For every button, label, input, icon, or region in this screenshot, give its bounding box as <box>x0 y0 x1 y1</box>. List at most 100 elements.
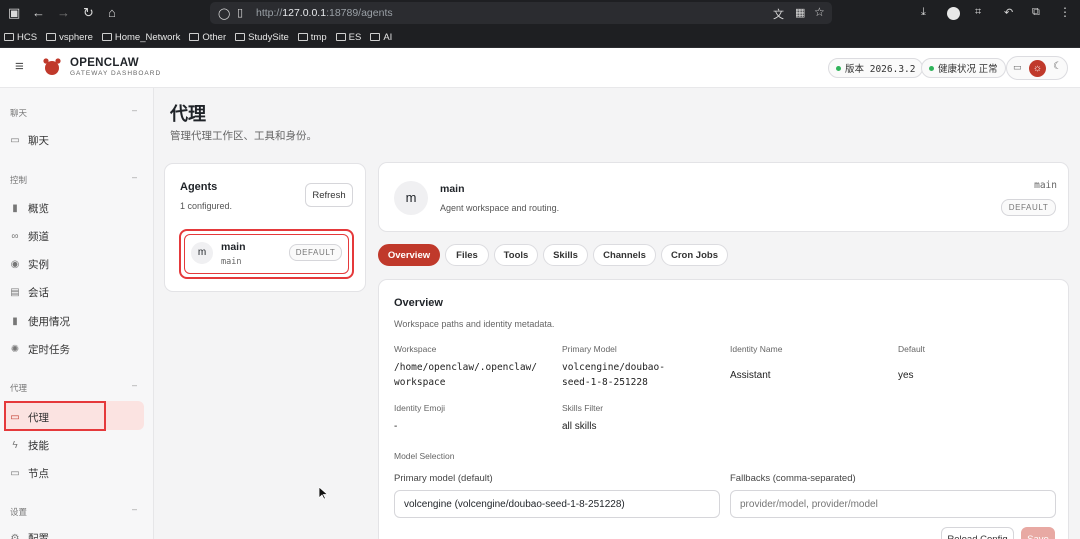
sidebar-item-agents[interactable]: ▭ 代理 <box>10 410 49 425</box>
agent-header-default-badge: DEFAULT <box>1001 199 1056 216</box>
sidebar-section-control: 控制 <box>10 175 28 185</box>
bar-chart-icon: ▮ <box>12 203 18 214</box>
folder-icon <box>101 33 112 41</box>
primary-model-value-line2: seed-1-8-251228 <box>562 377 648 388</box>
bookmark-ai[interactable]: AI <box>370 32 392 43</box>
extension-b-icon[interactable] <box>947 7 960 20</box>
qr-code-icon[interactable]: ▦ <box>795 6 805 19</box>
sidebar-item-config[interactable]: ⚙ 配置 <box>10 531 49 539</box>
home-icon[interactable]: ⌂ <box>108 5 116 20</box>
bookmark-home-network[interactable]: Home_Network <box>101 32 180 43</box>
agent-avatar: m <box>191 242 213 264</box>
sun-icon[interactable]: ☼ <box>1029 60 1046 77</box>
bookmark-star-icon[interactable]: ☆ <box>814 5 825 19</box>
skills-filter-label: Skills Filter <box>562 403 604 413</box>
reload-icon[interactable]: ↻ <box>83 5 94 21</box>
sidebar-item-usage[interactable]: ▮ 使用情况 <box>10 314 70 329</box>
collapse-icon[interactable]: – <box>132 380 137 390</box>
moon-icon[interactable]: ☾ <box>1053 61 1062 72</box>
sidebar-item-instances[interactable]: ◉ 实例 <box>10 257 49 272</box>
mouse-cursor-icon <box>319 487 328 500</box>
url-host: 127.0.0.1 <box>282 7 327 19</box>
primary-model-select[interactable]: volcengine (volcengine/doubao-seed-1-8-2… <box>394 490 720 518</box>
translate-icon[interactable]: 文 <box>773 6 784 22</box>
identity-name-value: Assistant <box>730 370 771 381</box>
bookmark-vsphere[interactable]: vsphere <box>46 32 93 43</box>
bookmark-es[interactable]: ES <box>335 32 361 43</box>
folder-icon <box>189 33 200 41</box>
forward-icon[interactable]: → <box>57 5 70 20</box>
reload-config-button[interactable]: Reload Config <box>941 527 1014 539</box>
sidebar-item-overview[interactable]: ▮ 概览 <box>10 201 49 216</box>
sidebar-item-channels[interactable]: ∞ 频道 <box>10 229 49 244</box>
page-title: 代理 <box>170 104 206 124</box>
agent-header-name: main <box>440 183 465 195</box>
loader-icon: ✺ <box>10 344 20 355</box>
workspace-value-line1: /home/openclaw/.openclaw/ <box>394 362 537 373</box>
chat-bubble-icon: ▭ <box>10 135 20 146</box>
tab-switcher-icon[interactable]: ▣ <box>8 5 20 21</box>
tab-cron-jobs[interactable]: Cron Jobs <box>661 244 728 266</box>
theme-switcher: ▭ ☼ ☾ <box>1006 56 1068 80</box>
shield-icon[interactable]: ◯ <box>218 7 230 20</box>
skills-filter-value: all skills <box>562 421 597 432</box>
sidebar-section-settings: 设置 <box>10 507 28 517</box>
collapse-icon[interactable]: – <box>132 105 137 115</box>
download-icon[interactable]: ⤓ <box>921 6 926 19</box>
agent-id: main <box>221 257 242 267</box>
fallbacks-input[interactable] <box>730 490 1056 518</box>
browser-toolbar: ▣ ← → ↻ ⌂ ◯ ▯ http://127.0.0.1:18789/age… <box>0 0 1080 27</box>
default-value: yes <box>898 370 914 381</box>
agent-header-avatar: m <box>394 181 428 215</box>
gear-icon: ⚙ <box>10 533 20 539</box>
agent-list-item[interactable]: m main main DEFAULT <box>179 229 354 279</box>
url-scheme: http:// <box>256 7 283 19</box>
radio-icon: ◉ <box>10 259 20 270</box>
bookmark-other[interactable]: Other <box>189 32 226 43</box>
monitor-icon: ▭ <box>10 468 20 479</box>
crop-icon[interactable]: ⌗ <box>975 6 981 19</box>
monitor-icon[interactable]: ▭ <box>1013 62 1022 73</box>
folder-icon <box>4 33 14 41</box>
status-dot-icon <box>836 65 841 71</box>
bookmark-studysite[interactable]: StudySite <box>235 32 289 43</box>
identity-emoji-label: Identity Emoji <box>394 403 446 413</box>
back-icon[interactable]: ← <box>32 5 45 20</box>
refresh-button[interactable]: Refresh <box>305 183 353 207</box>
openclaw-logo-icon <box>43 58 61 75</box>
page-info-icon[interactable]: ▯ <box>237 6 243 19</box>
sidebar-item-skills[interactable]: ϟ 技能 <box>10 438 49 453</box>
sidebar-section-agents: 代理 <box>10 383 28 393</box>
agents-title: Agents <box>180 181 218 193</box>
default-badge: DEFAULT <box>289 244 342 261</box>
tab-overview[interactable]: Overview <box>378 244 440 266</box>
sidebar-item-chat[interactable]: ▭ 聊天 <box>10 133 49 148</box>
tab-skills[interactable]: Skills <box>543 244 588 266</box>
sidebar-item-sessions[interactable]: ▤ 会话 <box>10 285 49 300</box>
collapse-icon[interactable]: – <box>132 172 137 182</box>
hamburger-menu-icon[interactable]: ≡ <box>15 58 24 75</box>
save-button[interactable]: Save <box>1021 527 1055 539</box>
agent-header-card: m main Agent workspace and routing. main… <box>378 162 1069 232</box>
url-path: :18789/agents <box>326 7 393 19</box>
sidebar-item-cron[interactable]: ✺ 定时任务 <box>10 342 70 357</box>
identity-emoji-value: - <box>394 421 398 432</box>
tab-files[interactable]: Files <box>445 244 489 266</box>
sidebar-item-nodes[interactable]: ▭ 节点 <box>10 466 49 481</box>
bar-chart-icon: ▮ <box>12 316 18 327</box>
bookmark-hcs[interactable]: HCS <box>4 32 37 43</box>
lightning-icon: ϟ <box>12 440 18 451</box>
bookmarks-bar: HCS vsphere Home_Network Other StudySite… <box>0 27 1080 48</box>
page-subtitle: 管理代理工作区、工具和身份。 <box>170 130 317 142</box>
version-badge: 版本 2026.3.2 <box>828 58 924 78</box>
bookmark-tmp[interactable]: tmp <box>297 32 327 43</box>
default-label: Default <box>898 344 925 354</box>
extensions-icon[interactable]: ⧉ <box>1032 6 1040 19</box>
tab-tools[interactable]: Tools <box>494 244 538 266</box>
collapse-icon[interactable]: – <box>132 504 137 514</box>
undo-icon[interactable]: ↶ <box>1004 6 1013 19</box>
url-text[interactable]: http://127.0.0.1:18789/agents <box>256 7 393 19</box>
overview-subtitle: Workspace paths and identity metadata. <box>394 319 555 329</box>
tab-channels[interactable]: Channels <box>593 244 656 266</box>
menu-icon[interactable]: ⋮ <box>1059 5 1071 19</box>
